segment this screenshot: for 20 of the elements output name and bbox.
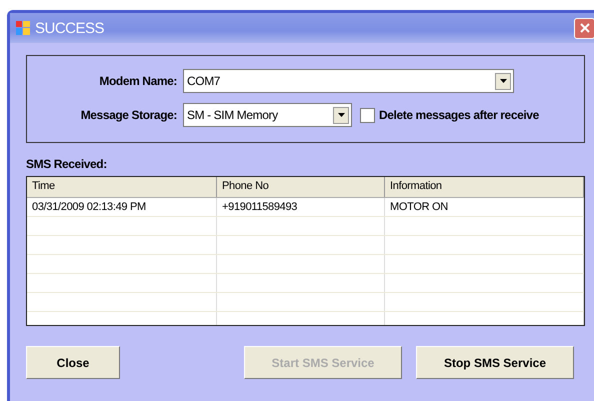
section-label: SMS Received: [26, 157, 108, 171]
app-icon [16, 21, 30, 35]
column-header[interactable]: Information [385, 177, 584, 197]
field-label: Modem Name: [98, 74, 178, 88]
column-header[interactable]: Phone No [217, 177, 385, 197]
action-button[interactable]: Stop SMS Service [416, 346, 574, 379]
window-title: SUCCESS [35, 20, 106, 36]
table-cell: 03/31/2009 02:13:49 PM [27, 198, 217, 216]
checkbox-label: Delete messages after receive [379, 108, 539, 122]
table-cell: MOTOR ON [385, 198, 584, 216]
action-button[interactable]: Close [26, 346, 120, 379]
checkbox[interactable] [360, 108, 375, 122]
table-cell: +919011589493 [217, 198, 385, 216]
modem-dropdown[interactable]: COM7 [183, 69, 514, 93]
storage-dropdown[interactable]: SM - SIM Memory [183, 103, 352, 127]
close-icon[interactable] [574, 18, 594, 38]
field-label: Message Storage: [80, 108, 178, 122]
caret-icon [338, 113, 344, 117]
caret-icon [500, 79, 506, 83]
column-header[interactable]: Time [27, 177, 217, 197]
